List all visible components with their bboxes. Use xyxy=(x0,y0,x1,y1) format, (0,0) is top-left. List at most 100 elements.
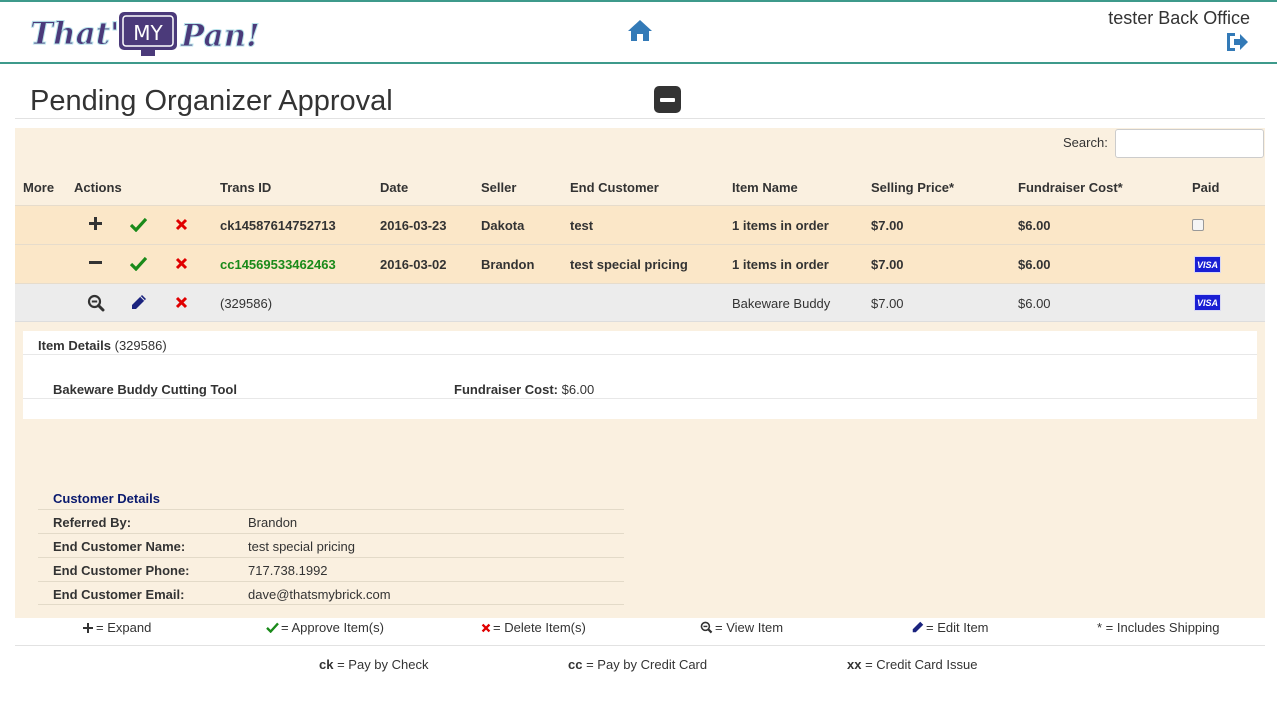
pencil-icon[interactable] xyxy=(131,294,147,310)
column-header-trans-id[interactable]: Trans ID xyxy=(220,180,271,195)
zoom-out-icon xyxy=(700,621,713,634)
selling-price-cell: $7.00 xyxy=(871,218,904,233)
home-icon[interactable] xyxy=(627,18,653,42)
legend-ck-code: ck xyxy=(319,657,334,672)
legend-approve-text: = Approve Item(s) xyxy=(281,620,384,635)
selling-price-cell: $7.00 xyxy=(871,257,904,272)
x-icon[interactable] xyxy=(175,257,188,270)
referred-by-label: Referred By: xyxy=(53,515,132,530)
table-row-item: (329586) Bakeware Buddy $7.00 $6.00 VISA xyxy=(15,283,1265,322)
x-icon[interactable] xyxy=(175,218,188,231)
legend-pay-check: ck = Pay by Check xyxy=(319,657,429,672)
trans-id-cell[interactable]: cc14569533462463 xyxy=(220,257,336,272)
header: That's MY Pan! tester Back Office xyxy=(0,2,1277,63)
customer-detail-row: Referred By: Brandon xyxy=(38,509,624,533)
legend-expand-text: = Expand xyxy=(96,620,152,635)
item-details-box xyxy=(23,331,1257,419)
column-header-paid[interactable]: Paid xyxy=(1192,180,1219,195)
fundraiser-cost-cell: $6.00 xyxy=(1018,296,1051,311)
date-cell: 2016-03-02 xyxy=(380,257,447,272)
item-name-cell: 1 items in order xyxy=(732,218,829,233)
plus-icon[interactable] xyxy=(89,217,102,230)
legend-approve: = Approve Item(s) xyxy=(266,620,384,635)
referred-by-value: Brandon xyxy=(248,515,298,530)
divider xyxy=(23,354,1257,355)
legend-view-text: = View Item xyxy=(715,620,784,635)
customer-name-value: test special pricing xyxy=(248,539,355,554)
legend-shipping: * = Includes Shipping xyxy=(1097,620,1220,635)
legend-delete: = Delete Item(s) xyxy=(481,620,586,635)
legend-view: = View Item xyxy=(700,620,783,635)
collapse-panel-button[interactable] xyxy=(654,86,681,113)
item-details-label: Item Details xyxy=(38,338,111,353)
customer-email-label: End Customer Email: xyxy=(53,587,185,602)
table-row: ck14587614752713 2016-03-23 Dakota test … xyxy=(15,205,1265,244)
customer-detail-row: End Customer Email: dave@thatsmybrick.co… xyxy=(38,581,624,605)
visa-badge: VISA xyxy=(1194,256,1221,273)
x-icon xyxy=(481,623,491,633)
legend-divider xyxy=(15,645,1265,646)
product-name: Bakeware Buddy Cutting Tool xyxy=(53,382,237,397)
legend-cc-code: cc xyxy=(568,657,583,672)
legend-cc-text: = Pay by Credit Card xyxy=(586,657,708,672)
checkmark-icon[interactable] xyxy=(130,256,147,271)
page-title: Pending Organizer Approval xyxy=(30,85,393,117)
visa-badge: VISA xyxy=(1194,294,1221,311)
legend-ck-text: = Pay by Check xyxy=(337,657,429,672)
customer-detail-row: End Customer Phone: 717.738.1992 xyxy=(38,557,624,581)
title-divider xyxy=(15,118,1265,119)
end-customer-cell: test special pricing xyxy=(570,257,688,272)
item-name-cell: Bakeware Buddy xyxy=(732,296,831,311)
column-header-seller[interactable]: Seller xyxy=(481,180,516,195)
column-header-actions[interactable]: Actions xyxy=(74,180,122,195)
customer-email-value: dave@thatsmybrick.com xyxy=(248,587,391,602)
seller-cell: Brandon xyxy=(481,257,535,272)
paid-checkbox[interactable] xyxy=(1192,219,1204,231)
plus-icon xyxy=(83,623,93,633)
x-icon[interactable] xyxy=(175,296,188,309)
column-header-more[interactable]: More xyxy=(23,180,54,195)
customer-phone-value: 717.738.1992 xyxy=(248,563,328,578)
legend-edit: = Edit Item xyxy=(912,620,989,635)
search-input[interactable] xyxy=(1115,129,1264,158)
column-header-date[interactable]: Date xyxy=(380,180,408,195)
legend-edit-text: = Edit Item xyxy=(926,620,989,635)
table-row: cc14569533462463 2016-03-02 Brandon test… xyxy=(15,244,1265,283)
item-name-cell: 1 items in order xyxy=(732,257,829,272)
checkmark-icon xyxy=(266,622,279,634)
divider xyxy=(23,398,1257,399)
sign-out-icon[interactable] xyxy=(1224,30,1250,54)
customer-name-label: End Customer Name: xyxy=(53,539,186,554)
brand-logo[interactable]: That's MY Pan! xyxy=(28,8,264,58)
item-details-id: (329586) xyxy=(114,338,167,353)
legend-delete-text: = Delete Item(s) xyxy=(493,620,586,635)
pencil-icon xyxy=(912,621,924,633)
legend-xx-text: = Credit Card Issue xyxy=(865,657,978,672)
customer-detail-row: End Customer Name: test special pricing xyxy=(38,533,624,557)
end-customer-cell: test xyxy=(570,218,594,233)
minus-icon[interactable] xyxy=(89,256,102,269)
selling-price-cell: $7.00 xyxy=(871,296,904,311)
header-divider xyxy=(0,62,1277,64)
zoom-out-icon[interactable] xyxy=(87,294,105,312)
seller-cell: Dakota xyxy=(481,218,525,233)
checkmark-icon[interactable] xyxy=(130,217,147,232)
column-header-item-name[interactable]: Item Name xyxy=(732,180,798,195)
column-header-end-customer[interactable]: End Customer xyxy=(570,180,659,195)
trans-id-cell[interactable]: ck14587614752713 xyxy=(220,218,336,233)
logo-text-my: MY xyxy=(133,21,163,45)
column-header-fundraiser-cost[interactable]: Fundraiser Cost* xyxy=(1018,180,1123,195)
fundraiser-cost-value: $6.00 xyxy=(561,382,595,397)
item-details-heading: Item Details (329586) xyxy=(38,338,167,353)
search-label: Search: xyxy=(1063,135,1108,150)
legend-pay-credit: cc = Pay by Credit Card xyxy=(568,657,707,672)
user-label: tester Back Office xyxy=(1108,8,1250,28)
customer-phone-label: End Customer Phone: xyxy=(53,563,190,578)
legend-expand: = Expand xyxy=(83,620,151,635)
column-header-selling-price[interactable]: Selling Price* xyxy=(871,180,954,195)
fundraiser-cost-cell: $6.00 xyxy=(1018,218,1051,233)
item-id-cell: (329586) xyxy=(220,296,273,311)
fundraiser-cost-detail: Fundraiser Cost: $6.00 xyxy=(454,382,594,397)
logo-text-pan: Pan! xyxy=(180,18,260,54)
fundraiser-cost-cell: $6.00 xyxy=(1018,257,1051,272)
